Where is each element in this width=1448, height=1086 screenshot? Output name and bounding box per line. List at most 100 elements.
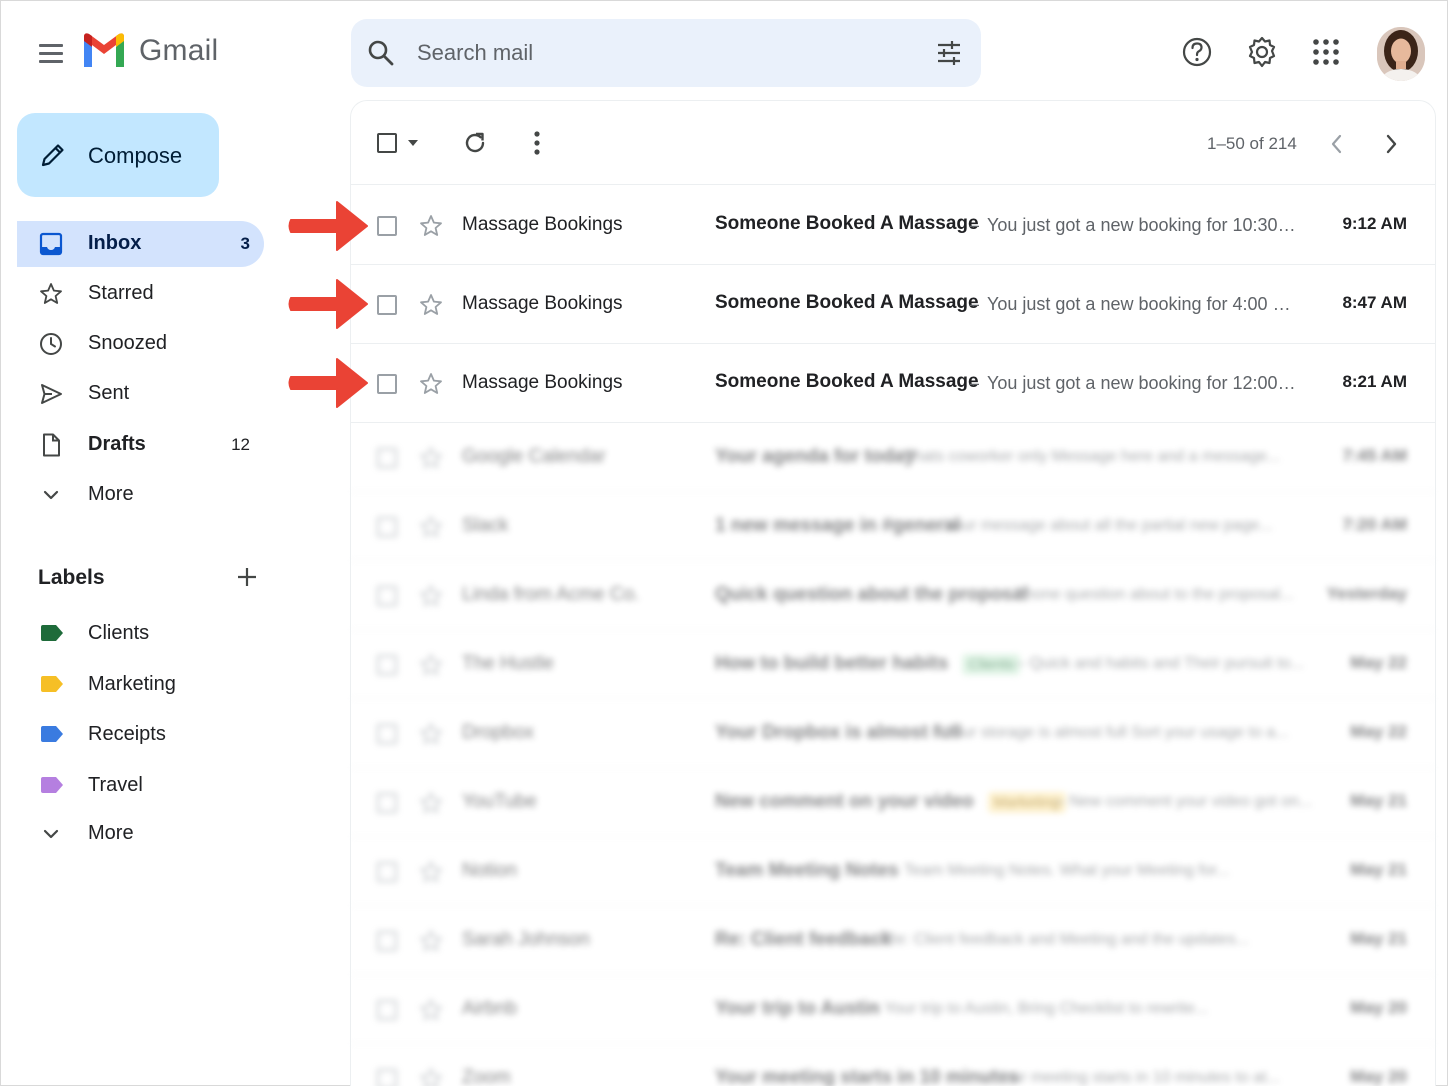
help-icon[interactable] [1180, 35, 1214, 69]
row-checkbox[interactable] [377, 295, 397, 315]
email-snippet: – Your storage is almost full Sort your … [931, 724, 1289, 741]
row-checkbox[interactable] [377, 655, 397, 675]
email-row[interactable]: Airbnb Your trip to Austin – Your trip to … [351, 976, 1435, 1044]
message-list-panel: 1–50 of 214 Massage Bookings Someone Boo… [351, 101, 1435, 1086]
row-checkbox[interactable] [377, 1069, 397, 1086]
settings-icon[interactable] [1245, 35, 1279, 69]
sidebar-item-sent[interactable]: Sent [17, 371, 264, 417]
search-input[interactable] [417, 35, 897, 71]
gmail-logo-icon[interactable] [81, 31, 127, 71]
email-snippet: – Your trip to Austin, Bring Checklist t… [871, 1000, 1209, 1017]
add-label-icon[interactable] [233, 563, 261, 591]
row-checkbox[interactable] [377, 374, 397, 394]
labels-more[interactable]: More [17, 811, 264, 857]
email-sender: YouTube [462, 791, 537, 812]
row-checkbox[interactable] [377, 793, 397, 813]
star-icon[interactable] [419, 998, 443, 1022]
sidebar-item-inbox[interactable]: Inbox 3 [17, 221, 264, 267]
email-sender: The Hustle [462, 653, 554, 674]
row-checkbox[interactable] [377, 216, 397, 236]
row-checkbox[interactable] [377, 448, 397, 468]
star-icon[interactable] [419, 653, 443, 677]
email-row[interactable]: Massage Bookings Someone Booked A Massag… [351, 344, 1435, 423]
star-icon[interactable] [419, 214, 443, 238]
email-row[interactable]: Dropbox Your Dropbox is almost full – Your… [351, 700, 1435, 768]
compose-button[interactable]: Compose [17, 113, 219, 197]
label-travel[interactable]: Travel [17, 763, 264, 807]
caret-down-icon[interactable] [407, 139, 419, 147]
email-time: May 21 [1350, 929, 1407, 948]
email-sender: Notion [462, 860, 517, 881]
label-tag-icon [41, 726, 63, 742]
row-checkbox[interactable] [377, 724, 397, 744]
label-marketing[interactable]: Marketing [17, 662, 264, 706]
red-arrow-annotation [288, 201, 368, 251]
sidebar-item-starred[interactable]: Starred [17, 271, 264, 317]
email-row[interactable]: Sarah Johnson Re: Client feedback – Re: Cl… [351, 907, 1435, 975]
label-tag-icon [41, 777, 63, 793]
email-row[interactable]: Linda from Acme Co. Quick question about … [351, 562, 1435, 630]
pencil-icon [41, 144, 64, 167]
send-icon [41, 384, 62, 404]
star-icon[interactable] [419, 929, 443, 953]
label-text: Marketing [88, 673, 176, 695]
refresh-icon[interactable] [461, 129, 489, 157]
sidebar-item-drafts[interactable]: Drafts 12 [17, 422, 264, 468]
sidebar-item-label: Inbox [88, 232, 142, 254]
star-icon[interactable] [419, 515, 443, 539]
star-icon[interactable] [419, 860, 443, 884]
email-subject: Quick question about the proposal [715, 584, 1029, 605]
email-subject: Someone Booked A Massage [715, 371, 979, 392]
email-row[interactable]: Slack 1 new message in #general – Your mes… [351, 493, 1435, 561]
red-arrow-annotation [288, 358, 368, 408]
sidebar-item-label: More [88, 483, 134, 505]
row-checkbox[interactable] [377, 586, 397, 606]
email-row[interactable]: Massage Bookings Someone Booked A Massag… [351, 265, 1435, 344]
search-bar[interactable] [351, 19, 981, 87]
select-all-checkbox[interactable] [377, 133, 397, 153]
star-icon[interactable] [419, 293, 443, 317]
email-time: 9:12 AM [1342, 214, 1407, 233]
header: Gmail [1, 1, 1448, 101]
email-snippet: – You just got a new booking for 10:30 AM… [969, 215, 1299, 235]
tune-icon[interactable] [935, 39, 963, 67]
more-vert-icon[interactable] [523, 129, 551, 157]
row-checkbox[interactable] [377, 1000, 397, 1020]
label-tag-icon [41, 625, 63, 641]
row-checkbox[interactable] [377, 862, 397, 882]
sidebar-item-more[interactable]: More [17, 472, 264, 518]
email-snippet: – Your message about all the partial new… [931, 517, 1273, 534]
star-icon[interactable] [419, 446, 443, 470]
email-row[interactable]: Notion Team Meeting Notes – Team Meeting N… [351, 838, 1435, 906]
avatar[interactable] [1377, 27, 1425, 81]
email-snippet: – You just got a new booking for 12:00 PM… [969, 373, 1299, 393]
label-receipts[interactable]: Receipts [17, 712, 264, 756]
email-row[interactable]: Zoom Your meeting starts in 10 minutes – Y… [351, 1045, 1435, 1086]
search-icon[interactable] [367, 39, 395, 67]
email-sender: Zoom [462, 1067, 511, 1086]
star-icon[interactable] [419, 1067, 443, 1086]
apps-icon[interactable] [1309, 35, 1343, 69]
label-chip: Clients [962, 654, 1021, 675]
row-checkbox[interactable] [377, 517, 397, 537]
label-text: Receipts [88, 723, 166, 745]
email-row[interactable]: The Hustle How to build better habits Clie… [351, 631, 1435, 699]
email-subject: Your meeting starts in 10 minutes [715, 1067, 1019, 1086]
label-clients[interactable]: Clients [17, 611, 264, 655]
star-icon[interactable] [419, 372, 443, 396]
email-row[interactable]: Massage Bookings Someone Booked A Massag… [351, 186, 1435, 265]
pagination-text: 1–50 of 214 [1207, 134, 1297, 153]
inbox-icon [39, 232, 63, 256]
star-icon[interactable] [419, 584, 443, 608]
sidebar-item-snoozed[interactable]: Snoozed [17, 321, 264, 367]
chevron-left-icon[interactable] [1323, 130, 1351, 158]
email-row[interactable]: YouTube New comment on your video Marketin… [351, 769, 1435, 837]
star-icon[interactable] [419, 722, 443, 746]
email-row[interactable]: Google Calendar Your agenda for today – Th… [351, 424, 1435, 492]
list-toolbar: 1–50 of 214 [351, 101, 1435, 185]
row-checkbox[interactable] [377, 931, 397, 951]
menu-icon[interactable] [31, 35, 69, 73]
drafts-count: 12 [231, 435, 250, 454]
chevron-right-icon[interactable] [1377, 130, 1405, 158]
star-icon[interactable] [419, 791, 443, 815]
